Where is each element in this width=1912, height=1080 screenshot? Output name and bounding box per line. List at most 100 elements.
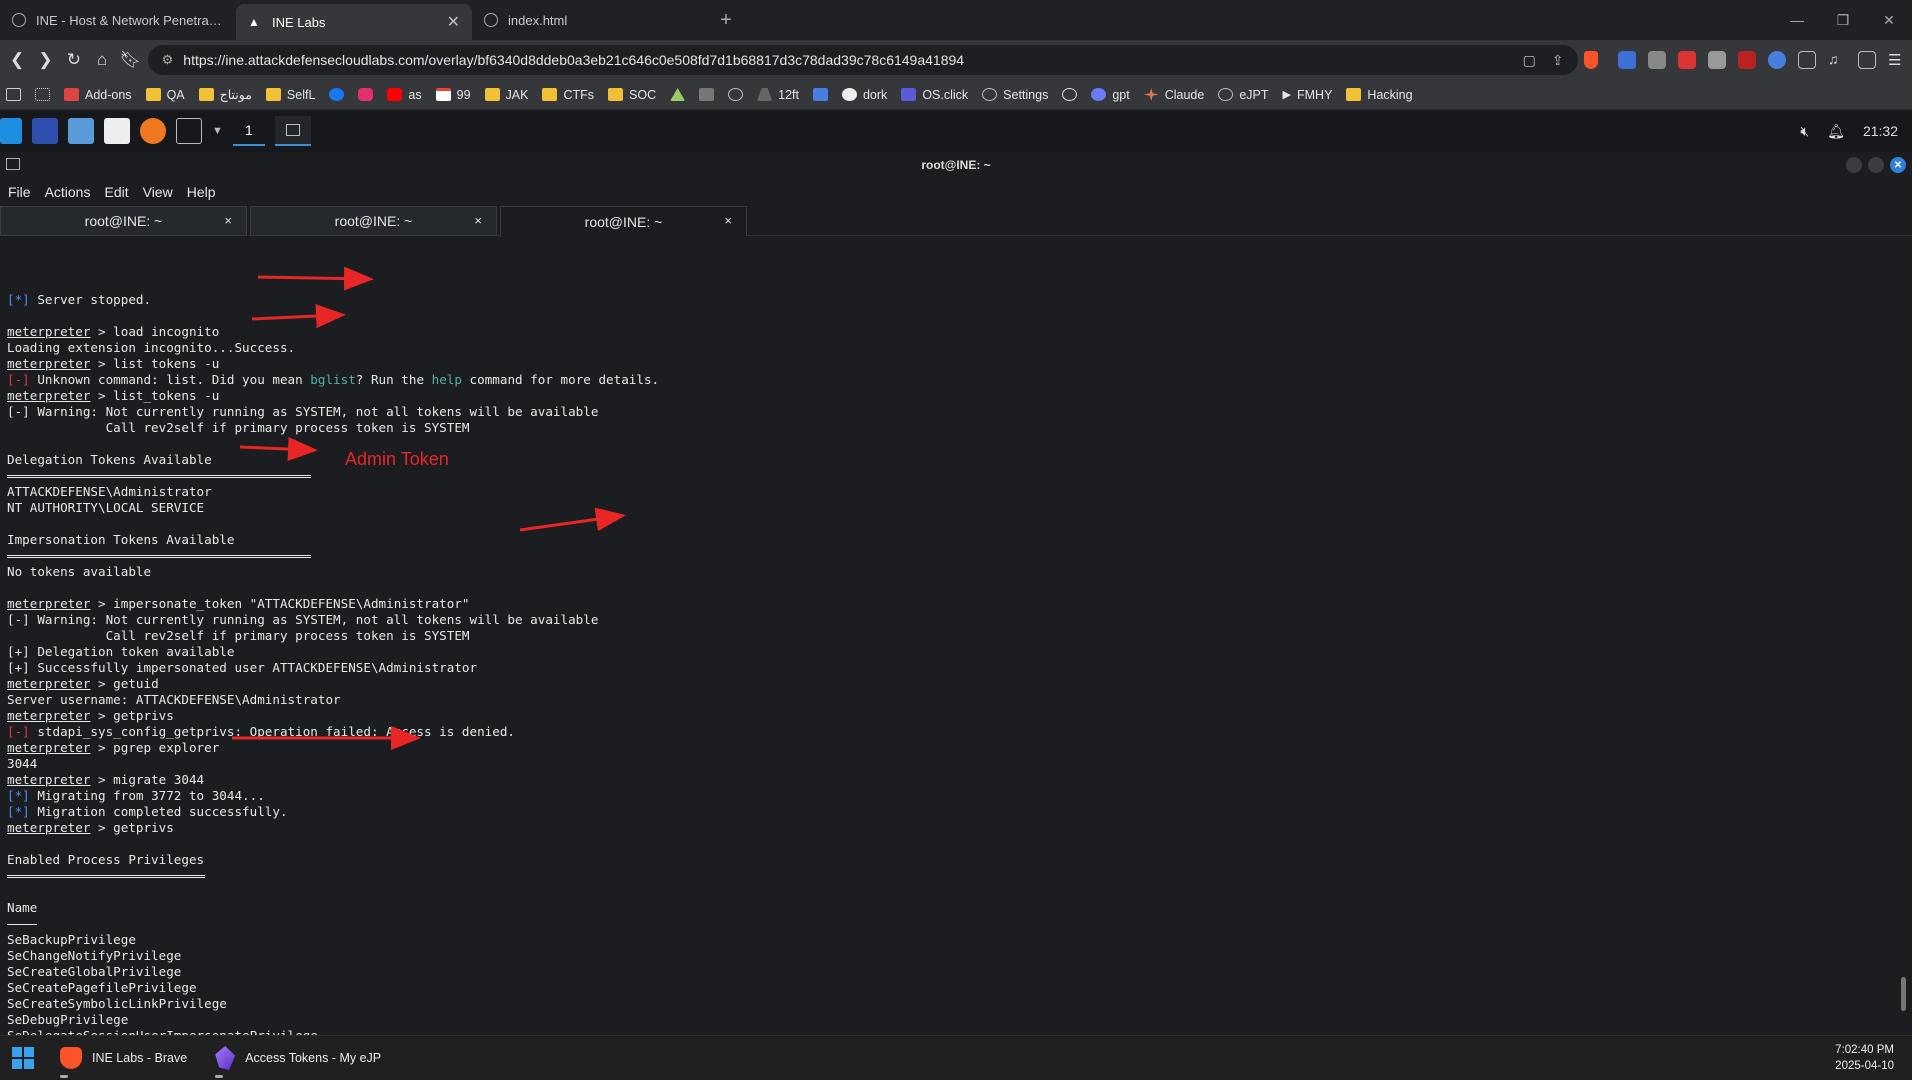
translate-icon[interactable] [1618,51,1636,69]
terminal-line: [-] Warning: Not currently running as SY… [7,404,599,419]
system-clock[interactable]: 7:02:40 PM 2025-04-10 [1835,1042,1912,1074]
minimize-icon[interactable]: — [1774,12,1820,28]
bookmark-as[interactable]: as [387,88,422,102]
terminal-tab-1[interactable]: root@INE: ~ × [0,206,247,236]
bookmark-add-ons[interactable]: Add-ons [64,88,132,102]
brave-shields-icon[interactable] [1583,51,1598,69]
terminal-icon[interactable] [176,118,202,144]
bookmark-dork[interactable]: dork [841,88,887,102]
search-extension-icon[interactable] [1768,51,1786,69]
close-tab-icon[interactable]: × [724,213,732,228]
close-tab-icon[interactable]: × [474,213,482,228]
bookmark-icon[interactable]: 🔖︎ [119,46,142,74]
extension-icon[interactable] [1708,51,1726,69]
browser-tab-ine-course[interactable]: INE - Host & Network Penetration T [0,0,236,40]
reload-icon[interactable]: ↻ [63,46,85,74]
terminal-line: SeCreatePagefilePrivilege [7,980,197,995]
bookmark-gpt[interactable]: gpt [1091,88,1130,102]
bookmark-facebook[interactable] [329,88,345,101]
bookmark-openai[interactable] [1062,88,1078,101]
menu-edit[interactable]: Edit [104,184,128,200]
browser-tab-index[interactable]: index.html [472,0,708,40]
panel-clock: 21:32 [1862,123,1898,139]
bookmark-tool[interactable] [670,88,686,101]
taskbar-app-obsidian[interactable]: Access Tokens - My eJP [201,1036,395,1080]
terminal-tab-3[interactable]: root@INE: ~ × [500,206,747,236]
close-tab-icon[interactable]: × [224,213,232,228]
bookmark-image[interactable] [699,88,715,101]
youtube-extension-icon[interactable] [1678,51,1696,69]
url-bar[interactable]: ⚙ https://ine.attackdefensecloudlabs.com… [147,45,1578,75]
menu-view[interactable]: View [143,184,173,200]
minimize-icon[interactable] [1846,157,1862,173]
share-icon[interactable]: ⇪ [1552,52,1564,69]
terminal-line: SeBackupPrivilege [7,932,136,947]
bookmark-translate[interactable] [812,88,828,101]
bookmark-jak[interactable]: JAK [484,88,528,102]
folder-icon [265,88,281,101]
workspace-switcher[interactable]: 1 [232,116,265,146]
extension-icon[interactable] [1648,51,1666,69]
menu-icon[interactable]: ☰ [1888,51,1906,69]
puzzle-icon[interactable] [1798,51,1816,69]
folder-icon [608,88,624,101]
firefox-icon[interactable] [140,118,166,144]
site-settings-icon[interactable]: ⚙ [162,52,174,68]
ublock-icon[interactable] [1738,51,1756,69]
obsidian-icon [215,1046,236,1070]
tab-label: root@INE: ~ [584,213,663,230]
bookmark-montage[interactable]: مونتاج [198,87,252,102]
text-editor-icon[interactable] [104,118,130,144]
terminal-line: Call rev2self if primary process token i… [7,420,470,435]
mute-icon[interactable]: 🔇︎ [1800,123,1809,140]
notification-bell-icon[interactable]: 🔔︎ [1827,123,1845,140]
menu-actions[interactable]: Actions [45,184,91,200]
terminal-line: ---- [7,916,1912,932]
new-tab-button[interactable]: + [708,0,744,40]
browser-tab-ine-labs[interactable]: ▲ INE Labs ✕ [236,4,472,40]
bookmark-ejpt[interactable]: eJPT [1218,88,1269,102]
file-manager-icon[interactable] [68,118,94,144]
bookmark-globe[interactable] [728,88,744,101]
terminal-output[interactable]: [*] Server stopped. meterpreter > load i… [0,237,1912,1035]
terminal-line: Enabled Process Privileges [7,852,205,867]
close-icon[interactable]: ✕ [1890,157,1906,173]
close-window-icon[interactable]: ✕ [1866,12,1912,29]
desktop-icon[interactable] [32,118,58,144]
back-icon[interactable]: ❮ [6,46,28,74]
clipboard-icon[interactable]: ▢ [1523,52,1536,69]
bookmark-fmhy[interactable]: ▶ FMHY [1283,88,1333,102]
chevron-down-icon[interactable]: ▼ [212,125,223,137]
music-icon[interactable]: ♫ [1828,51,1846,69]
taskbar-app-brave[interactable]: INE Labs - Brave [46,1036,201,1080]
maximize-icon[interactable] [1868,157,1884,173]
home-icon[interactable]: ⌂ [91,46,113,74]
restore-icon[interactable]: ❐ [1820,12,1866,29]
kali-menu-icon[interactable] [0,118,22,144]
bookmark-instagram[interactable] [358,88,374,101]
bookmark-ctfs[interactable]: CTFs [542,88,594,102]
sidebar-toggle-icon[interactable] [6,88,21,101]
close-tab-icon[interactable]: ✕ [447,12,460,32]
menu-file[interactable]: File [8,184,31,200]
bookmark-12ft[interactable]: 12ft [757,88,799,102]
windows-start-button[interactable] [0,1036,46,1080]
forward-icon[interactable]: ❯ [34,46,56,74]
bookmark-claude[interactable]: Claude [1143,88,1204,102]
bookmark-hacking[interactable]: Hacking [1346,88,1413,102]
bookmark-os-click[interactable]: OS.click [901,88,968,102]
terminal-tab-2[interactable]: root@INE: ~ × [250,206,497,236]
bookmark-qa[interactable]: QA [145,88,185,102]
bookmark-soc[interactable]: SOC [608,88,656,102]
scrollbar-thumb[interactable] [1901,977,1906,1011]
terminal-task-button[interactable] [274,116,311,146]
sidebar-icon[interactable] [1858,51,1876,69]
terminal-line: Impersonation Tokens Available [7,532,235,547]
bookmark-99[interactable]: 99 [435,88,471,102]
url-text[interactable]: https://ine.attackdefensecloudlabs.com/o… [183,52,1512,68]
bookmark-selfl[interactable]: SelfL [265,88,315,102]
apps-grid-icon[interactable] [35,88,50,101]
menu-help[interactable]: Help [187,184,216,200]
bookmark-settings[interactable]: Settings [982,88,1048,102]
